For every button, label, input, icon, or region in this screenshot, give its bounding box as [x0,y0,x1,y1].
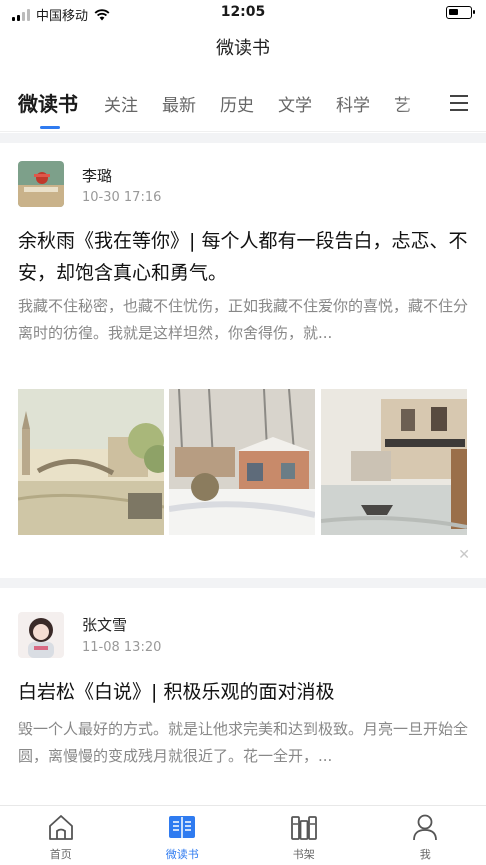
nav-home[interactable]: 首页 [0,806,122,865]
user-icon [413,814,438,841]
nav-weidushu[interactable]: 微读书 [122,806,244,865]
nav-label: 书架 [292,848,315,861]
painting-image-2[interactable] [169,389,317,535]
bottom-nav: 首页 微读书 书架 我 [0,805,486,865]
post-datetime: 11-08 13:20 [82,640,162,655]
image-row [18,389,468,535]
tab-weidushu[interactable]: 微读书 [18,88,78,117]
close-icon[interactable]: ✕ [458,547,470,563]
tab-lishi[interactable]: 历史 [220,91,254,116]
tab-wenxue[interactable]: 文学 [278,91,312,116]
status-time: 12:05 [220,4,266,20]
section-divider [0,133,486,143]
nav-label: 首页 [49,848,72,861]
nav-label: 微读书 [165,848,199,861]
tab-zuixin[interactable]: 最新 [162,91,196,116]
status-bar: 中国移动 12:05 [0,0,486,26]
page-title: 微读书 [216,38,270,59]
article-summary: 我藏不住秘密，也藏不住忧伤，正如我藏不住爱你的喜悦，藏不住分离时的彷徨。我就是这… [18,297,469,342]
active-tab-indicator [40,126,60,129]
article-card[interactable]: 李璐 10-30 17:16 余秋雨《我在等你》| 每个人都有一段告白，忐忑、不… [0,143,486,578]
painting-image-3[interactable] [320,389,468,535]
avatar[interactable] [18,612,64,658]
section-divider [0,578,486,588]
article-card[interactable]: 张文雪 11-08 13:20 白岩松《白说》| 积极乐观的面对消极 毁一个人最… [0,588,486,808]
menu-icon[interactable] [450,95,468,111]
avatar[interactable] [18,161,64,207]
category-tabs: 微读书 关注 最新 历史 文学 科学 艺 [0,76,486,132]
tab-kexue[interactable]: 科学 [336,91,370,116]
book-icon [169,816,196,838]
bookshelf-icon [290,816,317,840]
tab-guanzhu[interactable]: 关注 [104,91,138,116]
author-name: 张文雪 [82,616,128,634]
painting-image-1[interactable] [18,389,166,535]
battery-icon [446,6,475,19]
article-title[interactable]: 白岩松《白说》| 积极乐观的面对消极 [18,676,470,708]
nav-label: 我 [419,848,431,861]
article-summary: 毁一个人最好的方式。就是让他求完美和达到极致。月亮一旦开始全圆，离慢慢的变成残月… [18,720,469,765]
author-name: 李璐 [82,167,113,185]
home-icon [48,815,73,840]
post-datetime: 10-30 17:16 [82,190,162,205]
nav-me[interactable]: 我 [365,806,486,865]
article-title[interactable]: 余秋雨《我在等你》| 每个人都有一段告白，忐忑、不安，却饱含真心和勇气。 [18,225,470,289]
tab-row: 微读书 关注 最新 历史 文学 科学 艺 [18,88,438,117]
nav-bookshelf[interactable]: 书架 [243,806,365,865]
tab-fade [400,82,446,122]
